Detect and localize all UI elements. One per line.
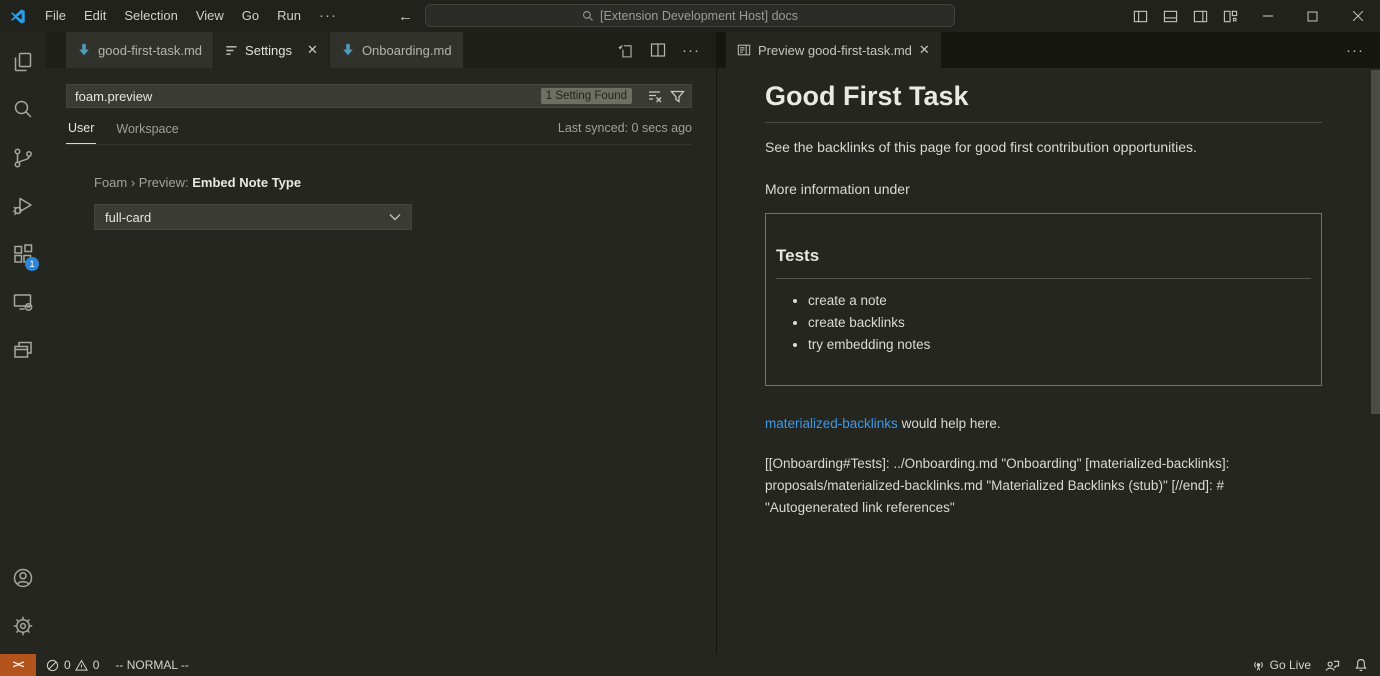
clear-settings-search-icon[interactable] bbox=[648, 89, 663, 104]
titlebar: File Edit Selection View Go Run ··· ← → … bbox=[0, 0, 1380, 32]
warnings-count: 0 bbox=[93, 658, 100, 672]
settings-search-value: foam.preview bbox=[75, 89, 541, 104]
link-suffix-text: would help here. bbox=[898, 416, 1001, 431]
editor-group-right: Preview good-first-task.md ✕ ··· Good Fi… bbox=[717, 32, 1380, 654]
embedded-note-card: Tests create a note create backlinks try… bbox=[765, 213, 1322, 386]
maximize-button[interactable] bbox=[1290, 0, 1335, 32]
tab-bar-left: good-first-task.md Settings ✕ Onboarding… bbox=[46, 32, 716, 68]
tab-bar-right: Preview good-first-task.md ✕ ··· bbox=[717, 32, 1380, 68]
more-actions-icon[interactable]: ··· bbox=[682, 42, 700, 59]
editor-group-left: good-first-task.md Settings ✕ Onboarding… bbox=[46, 32, 717, 654]
vscode-logo-icon bbox=[9, 8, 26, 25]
settings-scope-tabs: User Workspace Last synced: 0 secs ago bbox=[66, 111, 692, 145]
go-live-label: Go Live bbox=[1270, 658, 1311, 672]
source-control-icon[interactable] bbox=[0, 134, 46, 182]
feedback-icon[interactable] bbox=[1325, 658, 1340, 673]
materialized-backlinks-link[interactable]: materialized-backlinks bbox=[765, 416, 898, 431]
tab-label: good-first-task.md bbox=[98, 43, 202, 58]
settings-gear-icon[interactable] bbox=[0, 602, 46, 650]
go-live-button[interactable]: Go Live bbox=[1252, 658, 1311, 672]
explorer-icon[interactable] bbox=[0, 38, 46, 86]
embedded-note-title: Tests bbox=[776, 246, 1311, 279]
activity-bar: 1 bbox=[0, 32, 46, 654]
menu-selection[interactable]: Selection bbox=[115, 0, 186, 32]
list-item: create a note bbox=[808, 293, 1311, 308]
vim-mode-indicator: -- NORMAL -- bbox=[115, 658, 189, 672]
refs-line: proposals/materialized-backlinks.md "Mat… bbox=[765, 475, 1322, 497]
scope-tab-user[interactable]: User bbox=[66, 111, 96, 144]
navigate-back-icon[interactable]: ← bbox=[398, 8, 413, 25]
list-item: create backlinks bbox=[808, 315, 1311, 330]
minimize-button[interactable] bbox=[1245, 0, 1290, 32]
menu-go[interactable]: Go bbox=[233, 0, 268, 32]
markdown-file-icon bbox=[77, 43, 91, 57]
tab-settings[interactable]: Settings ✕ bbox=[214, 32, 330, 68]
toggle-secondary-sidebar-icon[interactable] bbox=[1185, 0, 1215, 32]
close-tab-icon[interactable]: ✕ bbox=[919, 42, 930, 58]
menu-edit[interactable]: Edit bbox=[75, 0, 115, 32]
status-bar: >< 0 0 -- NORMAL -- Go Live bbox=[0, 654, 1380, 676]
search-icon bbox=[582, 10, 594, 22]
problems-status[interactable]: 0 0 bbox=[46, 658, 99, 672]
embed-note-type-select[interactable]: full-card bbox=[94, 204, 412, 230]
chevron-down-icon bbox=[389, 213, 401, 221]
extensions-icon[interactable]: 1 bbox=[0, 230, 46, 278]
command-center[interactable]: [Extension Development Host] docs bbox=[425, 4, 955, 27]
settings-found-badge: 1 Setting Found bbox=[541, 88, 632, 104]
split-editor-icon[interactable] bbox=[650, 42, 666, 58]
filter-settings-icon[interactable] bbox=[670, 89, 685, 104]
warnings-icon bbox=[75, 659, 88, 672]
tab-label: Settings bbox=[245, 43, 292, 58]
preview-paragraph: More information under bbox=[765, 181, 1322, 197]
markdown-preview-icon bbox=[737, 43, 751, 57]
markdown-preview: Good First Task See the backlinks of thi… bbox=[717, 68, 1380, 654]
last-synced-label: Last synced: 0 secs ago bbox=[558, 121, 692, 135]
select-value: full-card bbox=[105, 210, 151, 225]
toggle-sidebar-icon[interactable] bbox=[1125, 0, 1155, 32]
preview-title: Good First Task bbox=[765, 80, 1322, 123]
open-settings-json-icon[interactable] bbox=[617, 42, 634, 59]
notifications-bell-icon[interactable] bbox=[1354, 658, 1368, 672]
settings-editor-icon bbox=[225, 44, 238, 57]
errors-count: 0 bbox=[64, 658, 71, 672]
run-and-debug-icon[interactable] bbox=[0, 182, 46, 230]
settings-search-input[interactable]: foam.preview 1 Setting Found bbox=[66, 84, 692, 108]
setting-item: Foam › Preview: Embed Note Type full-car… bbox=[94, 175, 716, 230]
list-item: try embedding notes bbox=[808, 337, 1311, 352]
errors-icon bbox=[46, 659, 59, 672]
broadcast-icon bbox=[1252, 659, 1265, 672]
setting-category: Foam › Preview: bbox=[94, 175, 192, 190]
windows-panel-icon[interactable] bbox=[0, 326, 46, 374]
refs-line: "Autogenerated link references" bbox=[765, 497, 1322, 519]
close-window-button[interactable] bbox=[1335, 0, 1380, 32]
accounts-icon[interactable] bbox=[0, 554, 46, 602]
search-sidebar-icon[interactable] bbox=[0, 86, 46, 134]
refs-line: [[Onboarding#Tests]: ../Onboarding.md "O… bbox=[765, 453, 1322, 475]
customize-layout-icon[interactable] bbox=[1215, 0, 1245, 32]
settings-editor: foam.preview 1 Setting Found User Worksp… bbox=[46, 68, 716, 654]
close-tab-icon[interactable]: ✕ bbox=[307, 42, 318, 58]
tab-good-first-task[interactable]: good-first-task.md bbox=[66, 32, 214, 68]
preview-paragraph: See the backlinks of this page for good … bbox=[765, 139, 1322, 155]
command-center-label: [Extension Development Host] docs bbox=[600, 9, 798, 23]
embedded-note-list: create a note create backlinks try embed… bbox=[776, 293, 1311, 352]
remote-explorer-icon[interactable] bbox=[0, 278, 46, 326]
remote-indicator[interactable]: >< bbox=[0, 654, 36, 676]
menu-view[interactable]: View bbox=[187, 0, 233, 32]
scope-tab-workspace[interactable]: Workspace bbox=[114, 112, 180, 144]
tab-preview[interactable]: Preview good-first-task.md ✕ bbox=[726, 32, 941, 68]
preview-scrollbar[interactable] bbox=[1371, 70, 1380, 414]
markdown-file-icon bbox=[341, 43, 355, 57]
tab-label: Onboarding.md bbox=[362, 43, 452, 58]
toggle-panel-icon[interactable] bbox=[1155, 0, 1185, 32]
extensions-badge: 1 bbox=[25, 257, 39, 271]
menu-overflow-icon[interactable]: ··· bbox=[310, 0, 346, 32]
menu-file[interactable]: File bbox=[36, 0, 75, 32]
setting-name: Embed Note Type bbox=[192, 175, 301, 190]
link-references-text: [[Onboarding#Tests]: ../Onboarding.md "O… bbox=[765, 453, 1322, 519]
tab-label: Preview good-first-task.md bbox=[758, 43, 912, 58]
tab-onboarding[interactable]: Onboarding.md bbox=[330, 32, 464, 68]
menu-run[interactable]: Run bbox=[268, 0, 310, 32]
more-actions-icon[interactable]: ··· bbox=[1346, 42, 1364, 59]
